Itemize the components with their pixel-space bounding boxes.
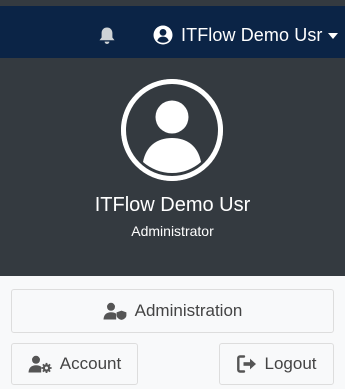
user-menu-toggle[interactable]: ITFlow Demo Usr: [148, 18, 338, 52]
user-dropdown-page: ITFlow Demo Usr ITFlow Demo Usr Administ…: [0, 0, 345, 389]
administration-label: Administration: [134, 301, 243, 320]
logout-button[interactable]: Logout: [219, 343, 334, 385]
chevron-down-icon: [327, 33, 338, 39]
user-footer: Administration Account Logout: [0, 276, 345, 389]
account-button[interactable]: Account: [11, 343, 138, 385]
logout-label: Logout: [264, 354, 317, 373]
administration-button[interactable]: Administration: [11, 289, 334, 333]
user-menu-name: ITFlow Demo Usr: [181, 24, 323, 45]
user-shield-icon: [103, 302, 127, 320]
top-navbar: ITFlow Demo Usr: [0, 6, 345, 58]
profile-name: ITFlow Demo Usr: [94, 194, 251, 216]
account-label: Account: [59, 354, 122, 373]
user-cog-icon: [28, 355, 52, 373]
user-header: ITFlow Demo Usr Administrator: [0, 58, 345, 276]
user-circle-icon: [152, 24, 174, 46]
sign-out-icon: [236, 355, 257, 373]
bell-icon[interactable]: [96, 25, 118, 47]
profile-role: Administrator: [131, 223, 214, 239]
user-avatar-icon: [121, 79, 223, 181]
